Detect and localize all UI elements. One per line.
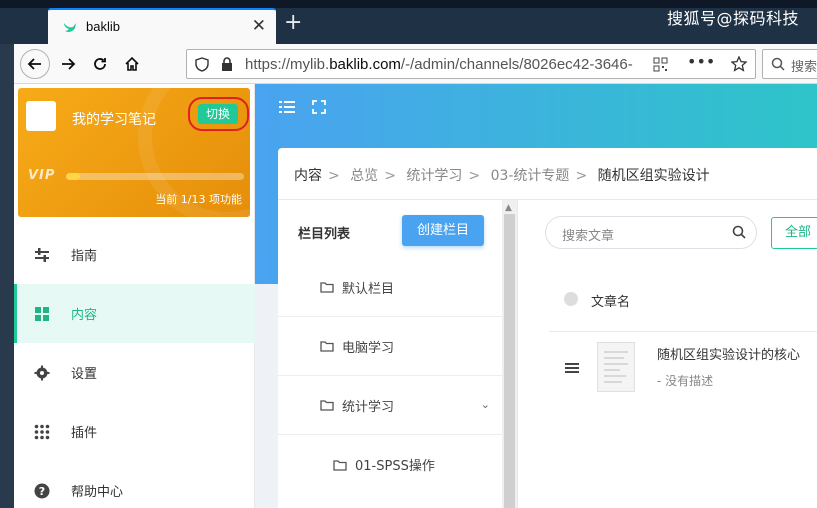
url-bar[interactable]: https://mylib.baklib.com/-/admin/channel… (186, 49, 756, 79)
svg-text:?: ? (39, 485, 45, 498)
quota-progress-fill (66, 173, 80, 180)
sidebar-item-label: 指南 (71, 249, 98, 264)
app-area: 我的学习笔记 VIP 当前 1/13 项功能 切换 指南 内容 设置 插件 ? … (14, 84, 817, 508)
folder-icon (333, 459, 347, 471)
breadcrumb-item[interactable]: 总览 (350, 168, 378, 184)
sidebar-item-content[interactable]: 内容 (14, 284, 255, 343)
sidebar-item-label: 帮助中心 (71, 485, 124, 500)
tab-title: baklib (86, 19, 120, 34)
column-list-panel: 栏目列表 创建栏目 默认栏目 电脑学习 统计学习 ⌄ 01-SPSS操作 ▲ (278, 200, 518, 508)
column-item-label: 01-SPSS操作 (355, 459, 435, 474)
browser-navbar: https://mylib.baklib.com/-/admin/channel… (14, 44, 817, 84)
sidebar-item-settings[interactable]: 设置 (14, 343, 255, 402)
column-list-title: 栏目列表 (298, 227, 351, 242)
sidebar-item-help[interactable]: ? 帮助中心 (14, 461, 255, 508)
switch-kb-button[interactable]: 切换 (198, 104, 238, 124)
filter-all-button[interactable]: 全部 (771, 217, 817, 249)
scrollbar-thumb[interactable] (504, 214, 515, 508)
article-panel: 搜索文章 全部 文章名 随机区组实验设计的核心 - 没有描述 (519, 200, 817, 508)
back-button[interactable] (20, 49, 50, 79)
folder-icon (320, 400, 334, 411)
grid-icon (34, 306, 50, 322)
sidebar-item-label: 设置 (71, 367, 98, 382)
select-all-checkbox[interactable] (564, 292, 578, 306)
lock-icon (222, 57, 232, 71)
arrow-right-icon (62, 58, 76, 70)
star-icon[interactable] (731, 56, 747, 72)
sliders-icon (34, 247, 50, 263)
article-search-placeholder: 搜索文章 (562, 229, 615, 244)
breadcrumb-current: 随机区组实验设计 (597, 168, 710, 184)
folder-icon (320, 282, 334, 293)
search-icon[interactable] (732, 225, 746, 239)
article-search-input[interactable]: 搜索文章 (545, 216, 757, 249)
browser-tab[interactable]: baklib ✕ (48, 8, 276, 44)
column-item-label: 电脑学习 (342, 340, 395, 356)
reload-icon (94, 58, 106, 70)
table-row[interactable]: 随机区组实验设计的核心 - 没有描述 (549, 332, 817, 412)
article-title[interactable]: 随机区组实验设计的核心 (657, 344, 800, 363)
column-item-label: 默认栏目 (342, 281, 395, 297)
article-table-header: 文章名 (549, 290, 817, 332)
sidebar-menu: 指南 内容 设置 插件 ? 帮助中心 (14, 225, 255, 508)
qr-code-icon[interactable] (653, 57, 668, 72)
search-icon (771, 57, 785, 71)
help-icon: ? (34, 483, 50, 499)
tab-close-icon[interactable]: ✕ (252, 16, 266, 36)
breadcrumb: 内容 > 总览 > 统计学习 > 03-统计专题 > 随机区组实验设计 (294, 168, 710, 184)
content-panel: 内容 > 总览 > 统计学习 > 03-统计专题 > 随机区组实验设计 栏目列表 创建栏… (278, 148, 817, 508)
shield-icon (195, 57, 209, 72)
browser-search-bar[interactable]: 搜索 (762, 49, 817, 79)
sidebar-item-plugins[interactable]: 插件 (14, 402, 255, 461)
browser-search-placeholder: 搜索 (791, 60, 817, 75)
drag-handle-icon[interactable] (565, 362, 579, 374)
article-name-header: 文章名 (591, 295, 631, 310)
new-tab-icon[interactable]: + (284, 12, 302, 34)
column-item[interactable]: 默认栏目 (278, 258, 502, 317)
column-item[interactable]: 电脑学习 (278, 317, 502, 376)
column-item-label: 统计学习 (342, 399, 395, 415)
column-sub-item[interactable]: 01-SPSS操作 (278, 435, 502, 494)
breadcrumb-item[interactable]: 统计学习 (406, 168, 462, 184)
folder-icon (320, 341, 334, 352)
watermark: 搜狐号@探码科技 (666, 9, 799, 28)
kb-avatar (26, 101, 56, 131)
sidebar-item-guide[interactable]: 指南 (14, 225, 255, 284)
quota-progress (66, 173, 244, 180)
create-column-button[interactable]: 创建栏目 (402, 215, 484, 246)
vip-badge: VIP (28, 168, 56, 183)
kb-name: 我的学习笔记 (72, 112, 156, 128)
column-scrollbar[interactable]: ▲ (502, 200, 517, 508)
chevron-down-icon[interactable]: ⌄ (481, 398, 490, 411)
home-button[interactable] (118, 50, 146, 78)
menu-toggle-icon[interactable] (279, 100, 295, 114)
browser-tabbar: baklib ✕ + 搜狐号@探码科技 (0, 0, 817, 44)
breadcrumb-item[interactable]: 03-统计专题 (491, 168, 570, 184)
forward-button[interactable] (54, 50, 82, 78)
bird-favicon-icon (64, 23, 76, 32)
scroll-up-icon[interactable]: ▲ (505, 203, 512, 213)
arrow-left-icon (27, 58, 41, 70)
gear-icon (34, 365, 50, 381)
fullscreen-icon[interactable] (312, 100, 326, 114)
kb-quota-text: 当前 1/13 项功能 (155, 193, 242, 206)
column-item[interactable]: 统计学习 ⌄ (278, 376, 502, 435)
sidebar-item-label: 插件 (71, 426, 98, 441)
home-icon (125, 56, 139, 71)
article-thumbnail (597, 342, 635, 392)
column-list: 默认栏目 电脑学习 统计学习 ⌄ 01-SPSS操作 (278, 258, 502, 494)
sidebar-item-label: 内容 (71, 308, 98, 323)
breadcrumb-item[interactable]: 内容 (294, 168, 322, 184)
reload-button[interactable] (86, 50, 114, 78)
article-description: - 没有描述 (657, 374, 714, 388)
sidebar: 我的学习笔记 VIP 当前 1/13 项功能 切换 指南 内容 设置 插件 ? … (14, 84, 255, 508)
apps-icon (34, 424, 50, 440)
more-icon[interactable]: ••• (687, 52, 715, 71)
url-text: https://mylib.baklib.com/-/admin/channel… (245, 56, 633, 73)
